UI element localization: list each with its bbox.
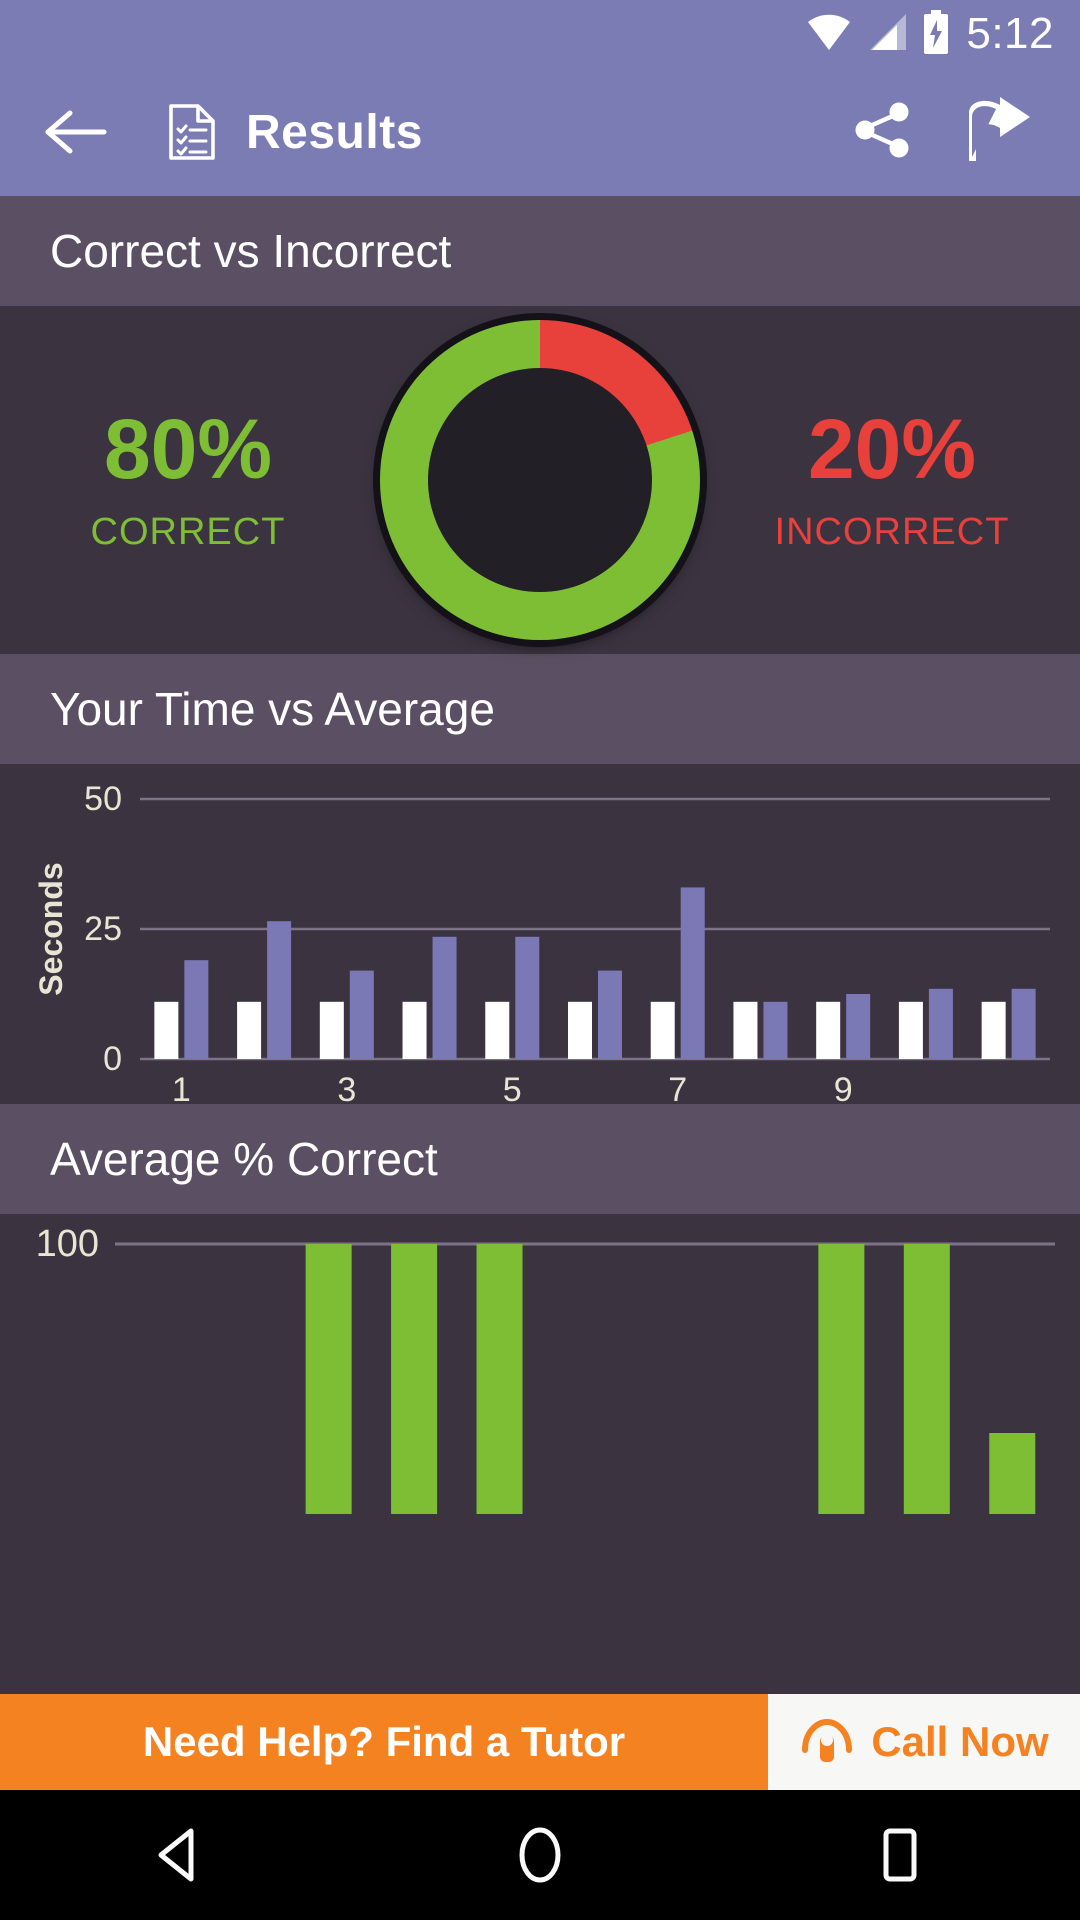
section-header-time-vs-average: Your Time vs Average bbox=[0, 654, 1080, 764]
status-bar-icons bbox=[806, 9, 950, 59]
correct-stat-group: 80% CORRECT bbox=[28, 306, 348, 654]
bar-average bbox=[981, 1001, 1006, 1059]
nav-home-circle-icon[interactable] bbox=[480, 1790, 600, 1920]
ad-banner[interactable]: Need Help? Find a Tutor Call Now bbox=[0, 1694, 1080, 1790]
bar-average bbox=[485, 1001, 510, 1059]
bar-your-time bbox=[432, 936, 457, 1059]
x-axis-tick-label: 5 bbox=[503, 1071, 522, 1104]
share-icon[interactable] bbox=[852, 99, 914, 166]
bar-your-time bbox=[680, 887, 705, 1059]
nav-recents-square-icon[interactable] bbox=[840, 1790, 960, 1920]
bar-average-correct bbox=[305, 1244, 352, 1514]
x-axis-tick-label: 1 bbox=[172, 1071, 191, 1104]
ad-headline-area[interactable]: Need Help? Find a Tutor bbox=[0, 1694, 768, 1790]
telephone-icon bbox=[799, 1716, 855, 1769]
app-bar: Results bbox=[0, 68, 1080, 196]
bar-average bbox=[154, 1001, 179, 1059]
bar-your-time bbox=[928, 988, 953, 1059]
y-axis-title: Seconds bbox=[33, 862, 69, 995]
y-axis-tick-label: 50 bbox=[84, 780, 122, 818]
call-now-label: Call Now bbox=[871, 1718, 1049, 1765]
bar-your-time bbox=[598, 970, 622, 1059]
bar-average-correct bbox=[903, 1244, 950, 1514]
y-axis-tick-label: 100 bbox=[36, 1223, 99, 1265]
page-title: Results bbox=[246, 105, 423, 159]
bar-average bbox=[898, 1001, 923, 1059]
status-bar-clock: 5:12 bbox=[966, 9, 1054, 58]
incorrect-label: INCORRECT bbox=[774, 510, 1010, 553]
wifi-icon bbox=[806, 12, 852, 57]
x-axis-tick-label: 3 bbox=[337, 1071, 356, 1104]
results-screen: 5:12 Results Correct vs Incorrect 80% CO… bbox=[0, 0, 1080, 1920]
bar-average bbox=[237, 1001, 262, 1059]
x-axis-tick-label: 7 bbox=[668, 1071, 687, 1104]
bar-average bbox=[816, 1001, 841, 1059]
section-title: Average % Correct bbox=[50, 1133, 438, 1185]
ad-headline: Need Help? Find a Tutor bbox=[142, 1718, 626, 1765]
bar-average bbox=[650, 1001, 675, 1059]
battery-charging-icon bbox=[922, 9, 950, 59]
nav-back-triangle-icon[interactable] bbox=[120, 1790, 240, 1920]
cellular-signal-icon bbox=[866, 12, 908, 57]
bar-your-time bbox=[1011, 988, 1036, 1059]
bar-your-time bbox=[349, 970, 374, 1059]
bar-your-time bbox=[184, 960, 209, 1059]
section-header-average-correct: Average % Correct bbox=[0, 1104, 1080, 1214]
bar-average bbox=[733, 1001, 758, 1059]
bar-average bbox=[402, 1001, 427, 1059]
status-bar: 5:12 bbox=[0, 0, 1080, 68]
call-now-button[interactable]: Call Now bbox=[768, 1694, 1080, 1790]
flag-icon[interactable] bbox=[956, 95, 1036, 170]
section-title: Correct vs Incorrect bbox=[50, 225, 452, 277]
android-nav-bar bbox=[0, 1790, 1080, 1920]
bar-average-correct bbox=[818, 1244, 865, 1514]
bar-average-correct bbox=[989, 1433, 1036, 1514]
bar-your-time bbox=[846, 994, 871, 1059]
bar-average-correct bbox=[391, 1244, 438, 1514]
app-bar-actions bbox=[852, 95, 1036, 170]
y-axis-tick-label: 0 bbox=[103, 1040, 122, 1078]
correct-vs-incorrect-chart: 80% CORRECT 20% INCORRECT bbox=[0, 306, 1080, 654]
bar-average-correct bbox=[476, 1244, 523, 1514]
bar-your-time bbox=[515, 936, 540, 1059]
bar-your-time bbox=[267, 921, 292, 1059]
average-correct-svg: 100 bbox=[36, 1223, 1055, 1514]
incorrect-percent: 20% bbox=[807, 401, 977, 496]
correct-label: CORRECT bbox=[90, 510, 286, 553]
checklist-document-icon bbox=[168, 103, 216, 161]
correct-percent: 80% bbox=[103, 401, 273, 496]
section-header-correct-vs-incorrect: Correct vs Incorrect bbox=[0, 196, 1080, 306]
bar-average bbox=[319, 1001, 344, 1059]
bar-your-time bbox=[763, 1001, 788, 1059]
donut-center-hole bbox=[428, 368, 652, 592]
average-correct-chart: 100 bbox=[0, 1214, 1080, 1554]
bar-average bbox=[568, 1001, 592, 1059]
incorrect-stat-group: 20% INCORRECT bbox=[732, 306, 1052, 654]
time-vs-average-svg: 0 25 50 Seconds 1 3 5 7 9 bbox=[33, 780, 1050, 1104]
x-axis-tick-label: 9 bbox=[834, 1071, 853, 1104]
back-arrow-icon[interactable] bbox=[44, 107, 108, 157]
time-vs-average-chart: 0 25 50 Seconds 1 3 5 7 9 bbox=[0, 764, 1080, 1104]
donut-chart bbox=[380, 320, 700, 640]
section-title: Your Time vs Average bbox=[50, 683, 495, 735]
y-axis-tick-label: 25 bbox=[84, 910, 122, 948]
